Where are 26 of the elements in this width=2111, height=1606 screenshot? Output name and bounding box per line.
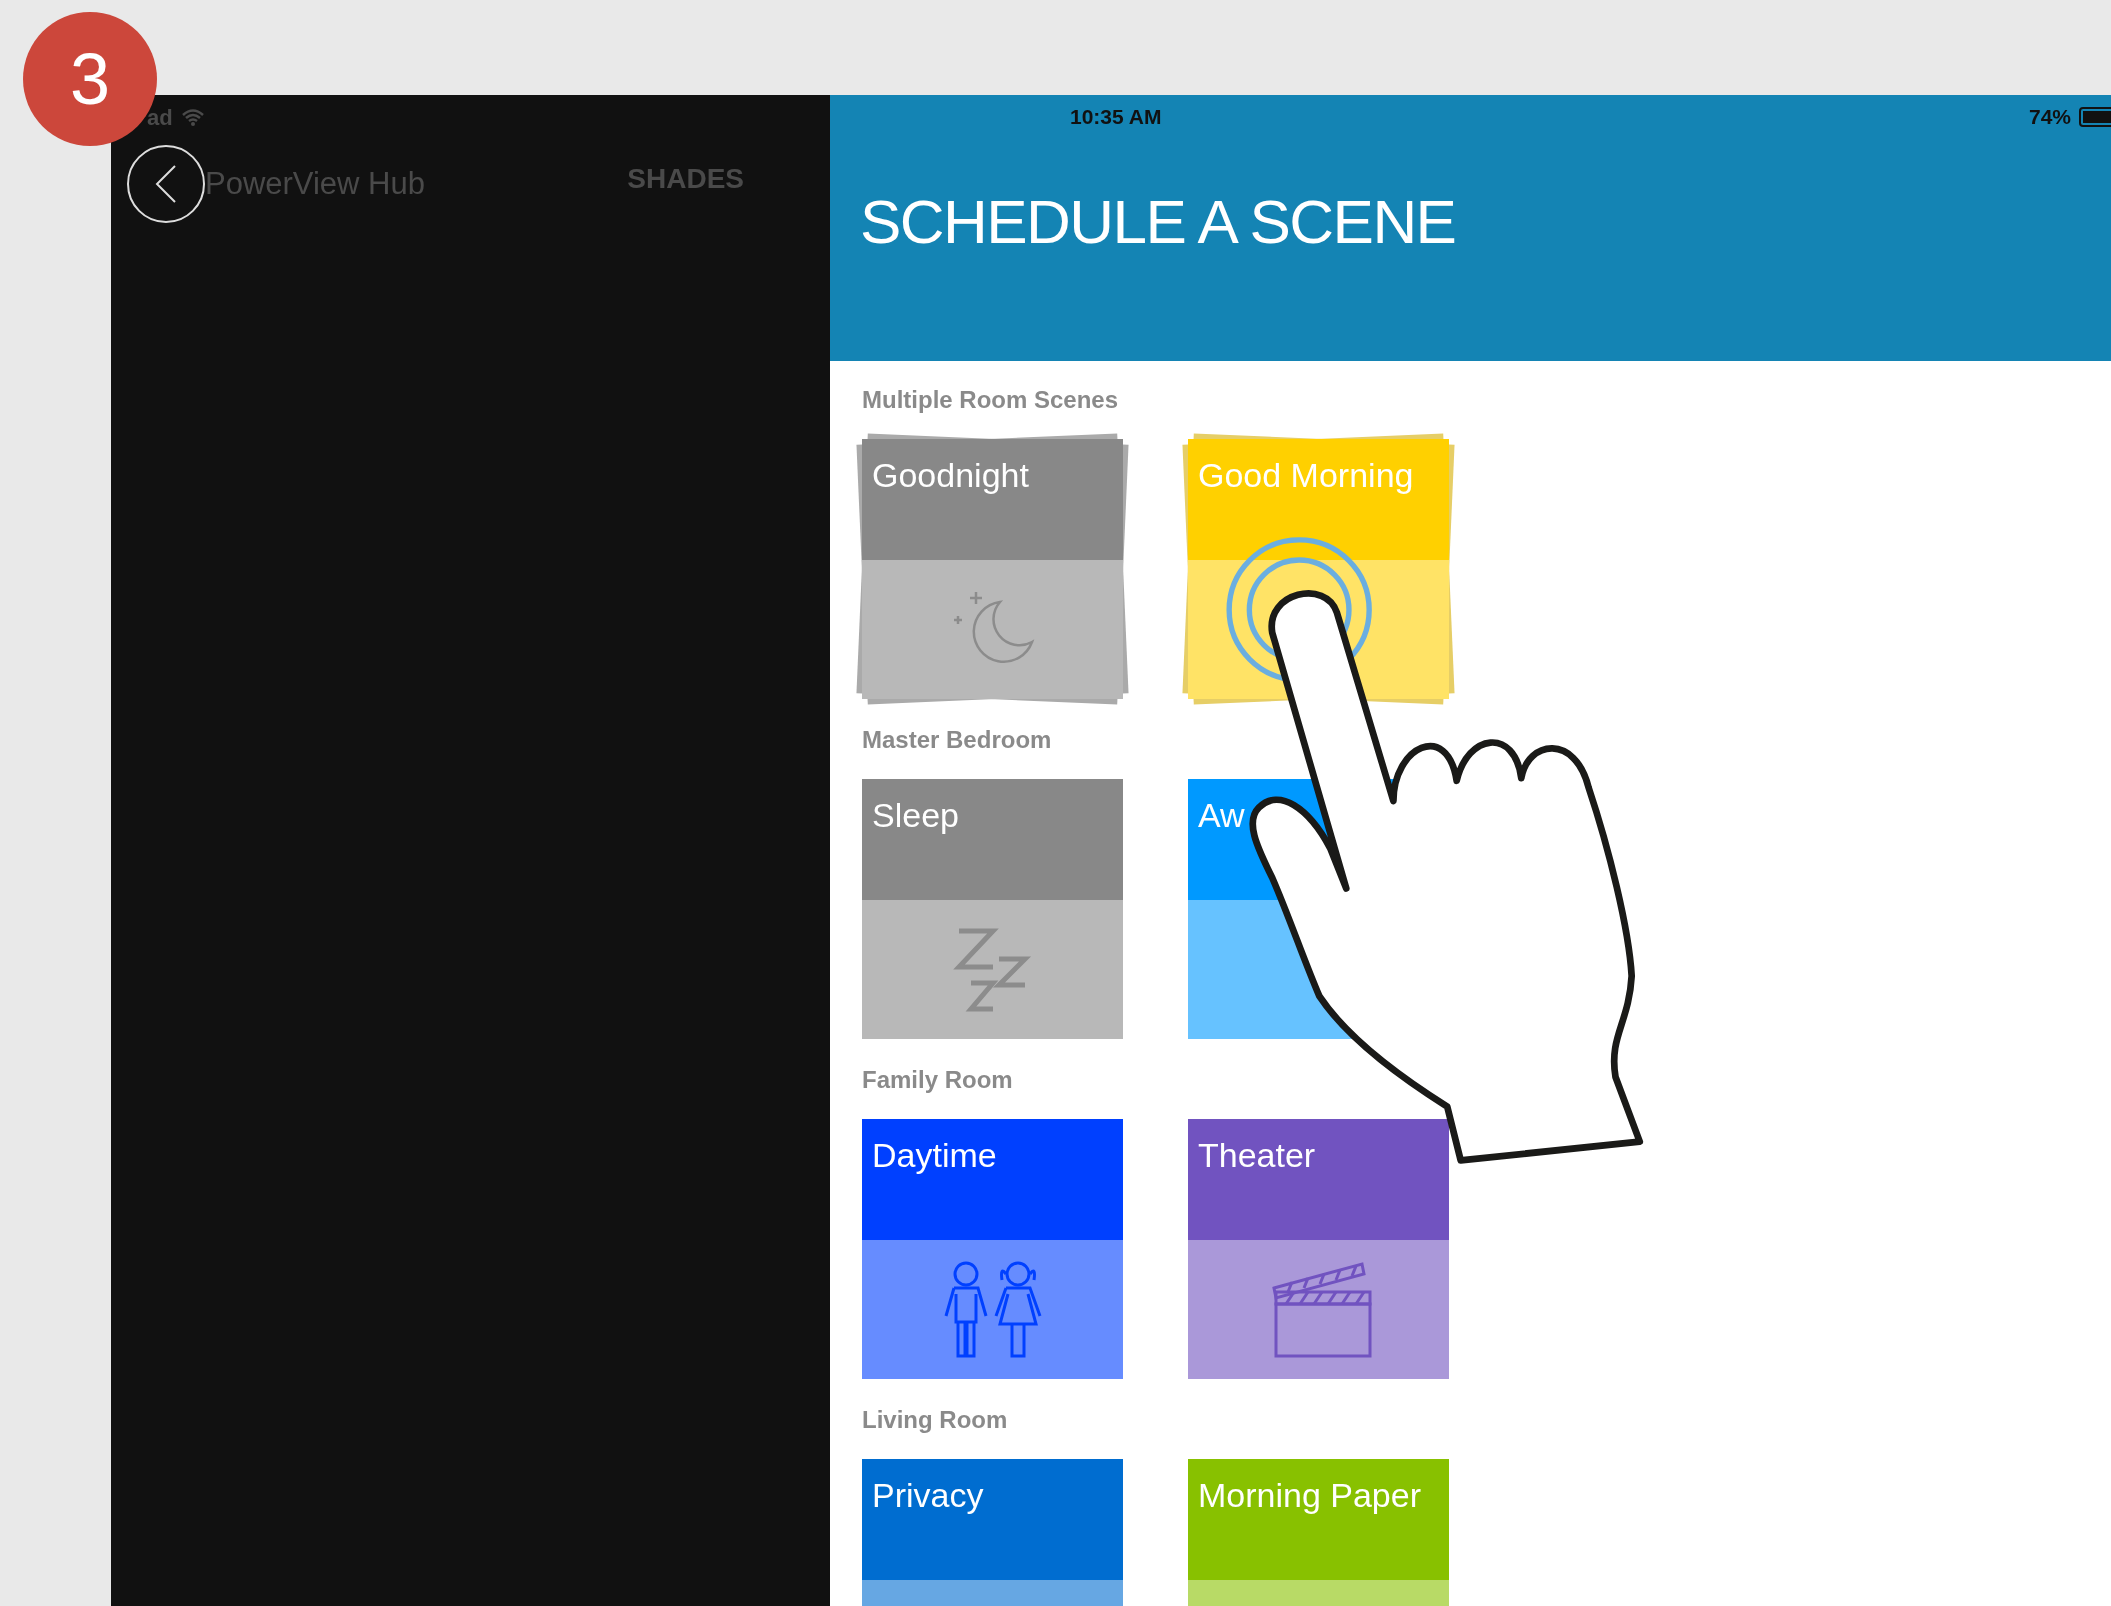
scene-name: Sleep	[862, 779, 1123, 900]
battery-percent: 74%	[2028, 104, 2071, 131]
scene-tile[interactable]: Morning Paper	[1188, 1459, 1449, 1606]
scene-name: Privacy	[862, 1459, 1123, 1580]
page-title: SCHEDULE A SCENE	[860, 191, 1457, 253]
wifi-icon	[180, 108, 205, 126]
section-heading: Master Bedroom	[862, 725, 1053, 755]
scene-tile[interactable]: Daytime	[862, 1119, 1123, 1379]
status-time: 10:35 AM	[1070, 104, 1162, 131]
scene-tile[interactable]: Theater	[1188, 1119, 1449, 1379]
scene-name: Good Morning	[1188, 439, 1449, 560]
shades-tab[interactable]: SHADES	[627, 158, 744, 200]
back-button[interactable]	[127, 145, 205, 223]
chevron-left-icon	[155, 164, 177, 204]
carrier-text: ad	[147, 103, 173, 132]
app-title: PowerView Hub	[205, 164, 425, 203]
scene-name: Goodnight	[862, 439, 1123, 560]
scene-tile[interactable]: Sleep	[862, 779, 1123, 1039]
scene-name: Morning Paper	[1188, 1459, 1449, 1580]
scene-tile[interactable]: Privacy	[862, 1459, 1123, 1606]
section-heading: Living Room	[862, 1405, 1009, 1435]
section-heading: Family Room	[862, 1065, 1014, 1095]
section-heading: Multiple Room Scenes	[862, 385, 1120, 415]
scene-tile[interactable]: Goodnight	[862, 439, 1123, 699]
scene-name: Daytime	[862, 1119, 1123, 1240]
scene-name: Theater	[1188, 1119, 1449, 1240]
